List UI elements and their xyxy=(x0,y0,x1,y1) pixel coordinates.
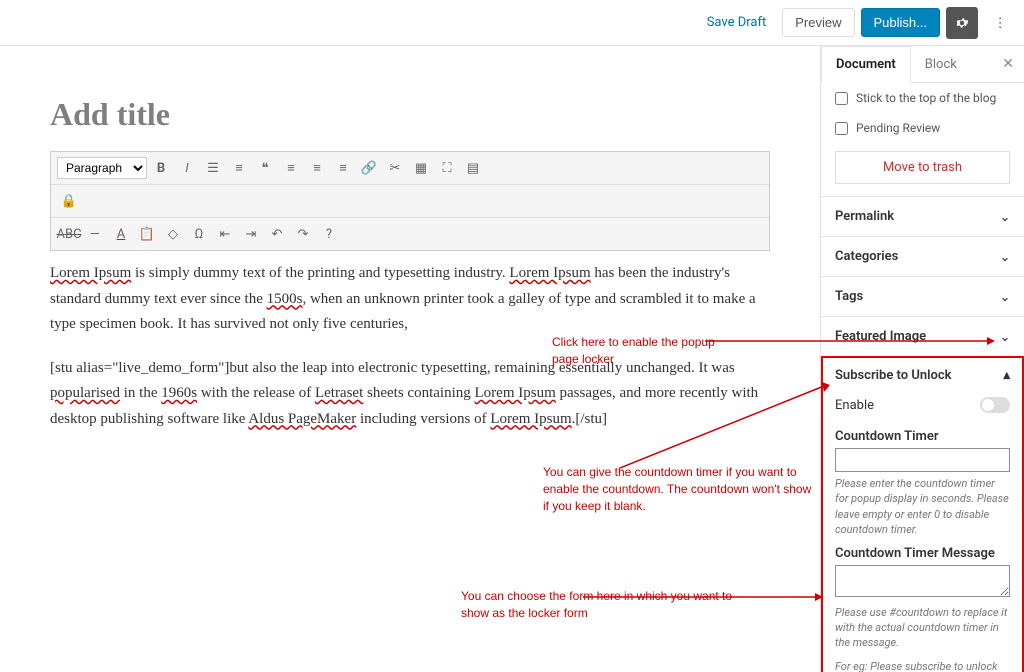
tab-block[interactable]: Block xyxy=(911,47,971,82)
special-char-icon[interactable]: Ω xyxy=(187,222,211,246)
align-center-icon[interactable]: ≡ xyxy=(305,156,329,180)
format-select[interactable]: Paragraph xyxy=(57,157,147,179)
lock-icon[interactable]: 🔒 xyxy=(57,189,81,213)
panel-featured-image[interactable]: Featured Image⌄ xyxy=(821,316,1024,356)
publish-button[interactable]: Publish... xyxy=(861,8,940,37)
pending-review-checkbox[interactable]: Pending Review xyxy=(821,113,1024,143)
bold-icon[interactable]: B xyxy=(149,156,173,180)
link-icon[interactable]: 🔗 xyxy=(357,156,381,180)
chevron-down-icon: ⌄ xyxy=(1000,250,1010,264)
clear-format-icon[interactable]: ◇ xyxy=(161,222,185,246)
settings-sidebar: Document Block ✕ Stick to the top of the… xyxy=(820,46,1024,672)
outdent-icon[interactable]: ⇤ xyxy=(213,222,237,246)
preview-button[interactable]: Preview xyxy=(782,8,854,37)
stick-top-checkbox[interactable]: Stick to the top of the blog xyxy=(821,83,1024,113)
undo-icon[interactable]: ↶ xyxy=(265,222,289,246)
subscribe-panel-header[interactable]: Subscribe to Unlock▴ xyxy=(835,368,1010,393)
panel-tags[interactable]: Tags⌄ xyxy=(821,276,1024,316)
more-options-icon[interactable]: ⋮ xyxy=(984,7,1016,39)
save-draft-link[interactable]: Save Draft xyxy=(697,9,777,36)
chevron-down-icon: ⌄ xyxy=(1000,330,1010,344)
countdown-timer-input[interactable] xyxy=(835,448,1010,472)
fullscreen-icon[interactable]: ⛶ xyxy=(435,156,459,180)
countdown-timer-label: Countdown Timer xyxy=(835,429,1010,444)
move-to-trash-button[interactable]: Move to trash xyxy=(835,151,1010,184)
redo-icon[interactable]: ↷ xyxy=(291,222,315,246)
message-help-1: Please use #countdown to replace it with… xyxy=(835,605,1010,651)
countdown-message-label: Countdown Timer Message xyxy=(835,546,1010,561)
panel-permalink[interactable]: Permalink⌄ xyxy=(821,196,1024,236)
close-sidebar-icon[interactable]: ✕ xyxy=(992,56,1024,72)
post-title-input[interactable]: Add title xyxy=(50,96,770,133)
countdown-message-input[interactable] xyxy=(835,565,1010,597)
enable-toggle[interactable] xyxy=(980,397,1010,413)
align-right-icon[interactable]: ≡ xyxy=(331,156,355,180)
number-list-icon[interactable]: ≡ xyxy=(227,156,251,180)
sidebar-tabs: Document Block ✕ xyxy=(821,46,1024,83)
message-help-2: For eg: Please subscribe to unlock the p… xyxy=(835,659,1010,672)
hr-icon[interactable]: — xyxy=(83,222,107,246)
enable-label: Enable xyxy=(835,398,874,413)
tab-document[interactable]: Document xyxy=(821,46,911,83)
help-icon[interactable]: ? xyxy=(317,222,341,246)
align-left-icon[interactable]: ≡ xyxy=(279,156,303,180)
post-body[interactable]: Lorem Ipsum is simply dummy text of the … xyxy=(50,261,770,432)
chevron-up-icon: ▴ xyxy=(1003,368,1010,383)
paste-icon[interactable]: 📋 xyxy=(135,222,159,246)
editor-area: Add title Paragraph B I ☰ ≡ ❝ ≡ ≡ ≡ 🔗 ✂ … xyxy=(0,46,820,672)
chevron-down-icon: ⌄ xyxy=(1000,210,1010,224)
indent-icon[interactable]: ⇥ xyxy=(239,222,263,246)
panel-categories[interactable]: Categories⌄ xyxy=(821,236,1024,276)
text-color-icon[interactable]: A xyxy=(109,222,133,246)
quote-icon[interactable]: ❝ xyxy=(253,156,277,180)
subscribe-unlock-panel: Subscribe to Unlock▴ Enable Countdown Ti… xyxy=(821,356,1024,672)
italic-icon[interactable]: I xyxy=(175,156,199,180)
top-toolbar: Save Draft Preview Publish... ⋮ xyxy=(0,0,1024,46)
toolbar-toggle-icon[interactable]: ▤ xyxy=(461,156,485,180)
chevron-down-icon: ⌄ xyxy=(1000,290,1010,304)
classic-toolbar: Paragraph B I ☰ ≡ ❝ ≡ ≡ ≡ 🔗 ✂ ▦ ⛶ ▤ 🔒 AB… xyxy=(50,151,770,251)
strikethrough-icon[interactable]: ABC xyxy=(57,222,81,246)
countdown-help-text: Please enter the countdown timer for pop… xyxy=(835,476,1010,538)
unlink-icon[interactable]: ✂ xyxy=(383,156,407,180)
bullet-list-icon[interactable]: ☰ xyxy=(201,156,225,180)
more-icon[interactable]: ▦ xyxy=(409,156,433,180)
settings-icon[interactable] xyxy=(946,7,978,39)
